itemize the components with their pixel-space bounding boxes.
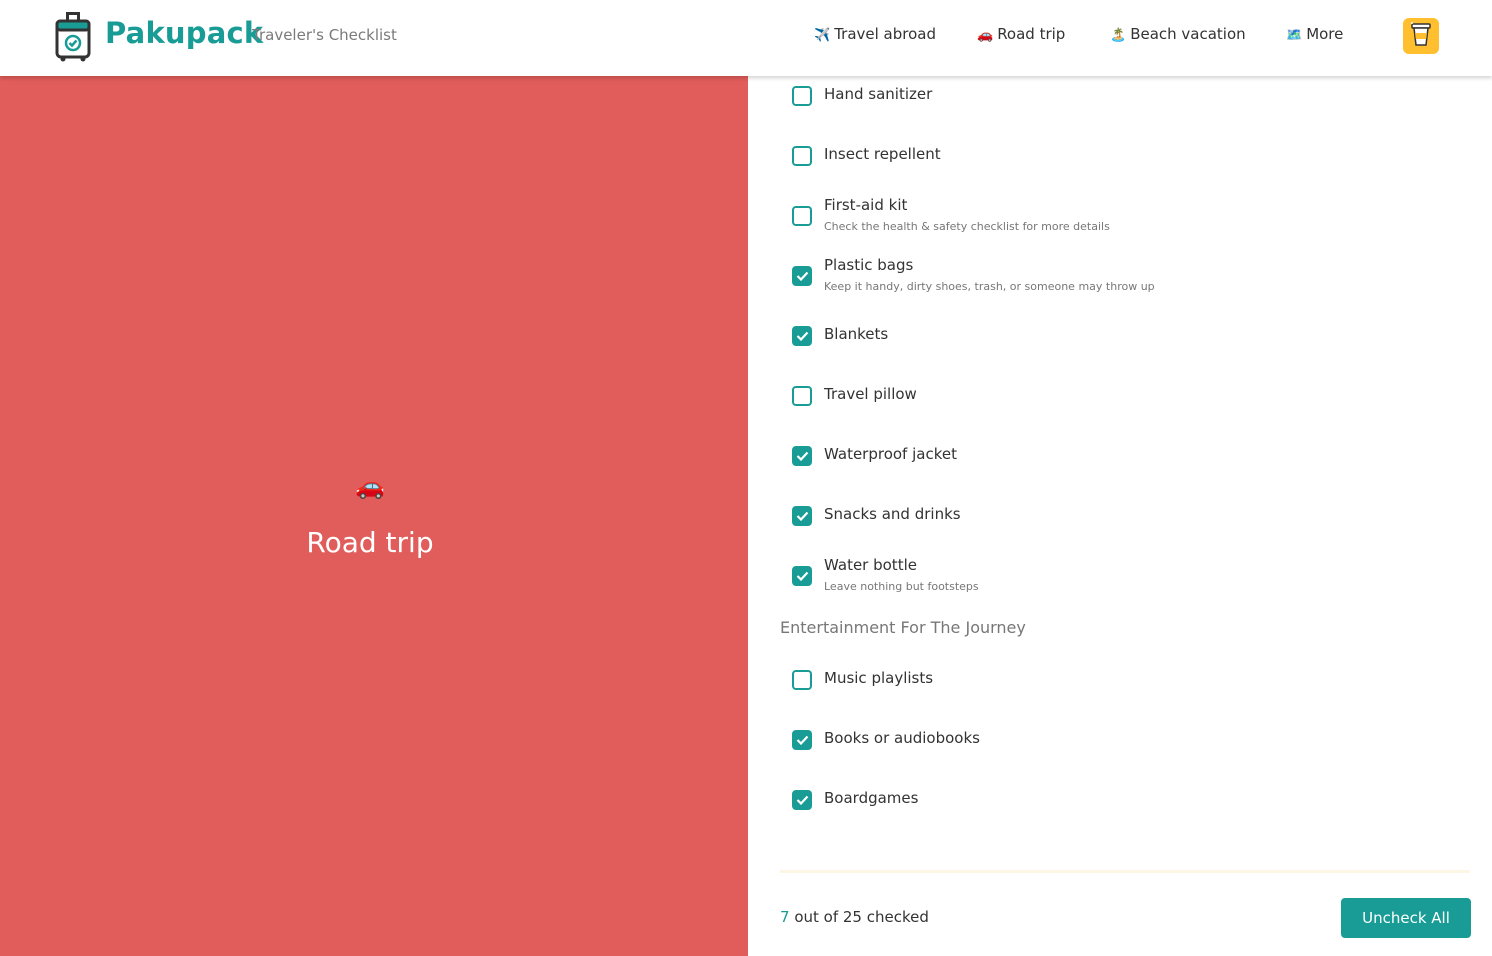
- coffee-cup-icon: [1410, 21, 1432, 52]
- item-label: Travel pillow: [824, 385, 917, 403]
- checklist-item[interactable]: Books or audiobooks: [792, 720, 1452, 760]
- airplane-icon: ✈️: [814, 28, 831, 43]
- check-icon: [796, 571, 809, 581]
- nav-label: Travel abroad: [834, 25, 936, 43]
- nav-label: More: [1306, 25, 1344, 43]
- checkbox-checked[interactable]: [792, 566, 812, 586]
- nav-label: Beach vacation: [1130, 25, 1246, 43]
- nav-travel-abroad[interactable]: ✈️ Travel abroad: [814, 24, 936, 46]
- check-icon: [796, 331, 809, 341]
- checkbox-checked[interactable]: [792, 506, 812, 526]
- checklist-item[interactable]: Snacks and drinks: [792, 496, 1452, 536]
- check-icon: [796, 795, 809, 805]
- item-label: Books or audiobooks: [824, 729, 980, 747]
- checklist-item[interactable]: Waterproof jacket: [792, 436, 1452, 476]
- checkbox-checked[interactable]: [792, 790, 812, 810]
- checked-count: 7: [780, 908, 790, 926]
- checklist-panel: Hand sanitizer Insect repellent First-ai…: [748, 76, 1492, 956]
- checkbox[interactable]: [792, 86, 812, 106]
- item-label: Boardgames: [824, 789, 919, 807]
- section-title: Entertainment For The Journey: [780, 618, 1026, 637]
- item-label: Waterproof jacket: [824, 445, 957, 463]
- checklist-item[interactable]: Music playlists: [792, 660, 1452, 700]
- car-icon: 🚗: [977, 28, 994, 43]
- checkbox-checked[interactable]: [792, 730, 812, 750]
- checkbox[interactable]: [792, 386, 812, 406]
- checklist-item[interactable]: Water bottle Leave nothing but footsteps: [792, 556, 1452, 596]
- checkbox-checked[interactable]: [792, 326, 812, 346]
- item-note: Check the health & safety checklist for …: [824, 220, 1110, 233]
- uncheck-all-button[interactable]: Uncheck All: [1341, 898, 1471, 938]
- nav-beach-vacation[interactable]: 🏝️ Beach vacation: [1110, 24, 1246, 46]
- checkbox-checked[interactable]: [792, 266, 812, 286]
- check-icon: [796, 735, 809, 745]
- check-icon: [796, 271, 809, 281]
- checkbox[interactable]: [792, 146, 812, 166]
- counter-text: out of 25 checked: [789, 908, 929, 926]
- item-label: Insect repellent: [824, 145, 941, 163]
- check-icon: [796, 511, 809, 521]
- item-note: Leave nothing but footsteps: [824, 580, 979, 593]
- brand-tagline: Traveler's Checklist: [252, 26, 397, 44]
- map-icon: 🗺️: [1286, 28, 1303, 43]
- nav-label: Road trip: [997, 25, 1066, 43]
- island-icon: 🏝️: [1110, 28, 1127, 43]
- footer-divider: [780, 870, 1470, 873]
- item-label: Blankets: [824, 325, 889, 343]
- item-label: Music playlists: [824, 669, 934, 687]
- checkbox[interactable]: [792, 206, 812, 226]
- checkbox-checked[interactable]: [792, 446, 812, 466]
- checklist-item[interactable]: Hand sanitizer: [792, 76, 1452, 116]
- check-icon: [796, 451, 809, 461]
- checklist-item[interactable]: Travel pillow: [792, 376, 1452, 416]
- item-label: Snacks and drinks: [824, 505, 961, 523]
- nav-road-trip[interactable]: 🚗 Road trip: [977, 24, 1065, 46]
- checklist-item[interactable]: First-aid kit Check the health & safety …: [792, 196, 1452, 236]
- car-icon: 🚗: [355, 473, 385, 500]
- checked-counter: 7 out of 25 checked: [780, 908, 929, 926]
- item-label: First-aid kit: [824, 196, 908, 214]
- hero-title: Road trip: [306, 526, 434, 559]
- suitcase-logo-icon[interactable]: [54, 10, 92, 62]
- app-header: Pakupack Traveler's Checklist ✈️ Travel a…: [0, 0, 1492, 76]
- item-label: Water bottle: [824, 556, 917, 574]
- item-label: Plastic bags: [824, 256, 914, 274]
- brand-name[interactable]: Pakupack: [105, 16, 263, 50]
- nav-more[interactable]: 🗺️ More: [1286, 24, 1343, 46]
- buy-coffee-button[interactable]: [1403, 18, 1439, 54]
- checklist-item[interactable]: Blankets: [792, 316, 1452, 356]
- checklist-item[interactable]: Plastic bags Keep it handy, dirty shoes,…: [792, 256, 1452, 296]
- item-label: Hand sanitizer: [824, 85, 933, 103]
- checklist-item[interactable]: Boardgames: [792, 780, 1452, 820]
- checkbox[interactable]: [792, 670, 812, 690]
- checklist-item[interactable]: Insect repellent: [792, 136, 1452, 176]
- hero-panel: 🚗 Road trip: [0, 76, 748, 956]
- item-note: Keep it handy, dirty shoes, trash, or so…: [824, 280, 1155, 293]
